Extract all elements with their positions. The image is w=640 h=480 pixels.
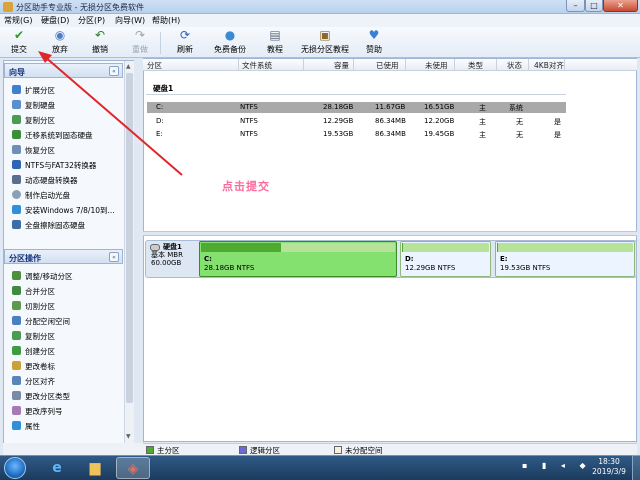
start-button[interactable] bbox=[4, 457, 26, 479]
legend-unallocated-label: 未分配空间 bbox=[345, 446, 383, 455]
disk-kind: 基本 MBR bbox=[151, 251, 183, 259]
usage-bar-fill bbox=[497, 243, 499, 252]
partition-block-label: E: bbox=[500, 255, 508, 263]
disk-info[interactable]: 硬盘1 基本 MBR 60.00GB bbox=[151, 243, 197, 267]
usage-bar bbox=[497, 243, 633, 252]
clock[interactable]: 18:30 2019/3/9 bbox=[588, 457, 630, 477]
legend-primary-label: 主分区 bbox=[157, 446, 180, 455]
annotation-text: 点击提交 bbox=[222, 180, 270, 193]
partition-block-info: 19.53GB NTFS bbox=[500, 264, 551, 272]
partition-block-d[interactable]: D: 12.29GB NTFS bbox=[400, 241, 491, 277]
partition-assistant-taskbar-icon[interactable]: ◈ bbox=[116, 457, 150, 479]
arrow-shaft bbox=[43, 55, 183, 176]
show-desktop-button[interactable] bbox=[632, 455, 640, 480]
usage-bar bbox=[402, 243, 489, 252]
partition-block-label: D: bbox=[405, 255, 414, 263]
partition-block-label: C: bbox=[204, 255, 212, 263]
sidebar-footer bbox=[3, 443, 143, 455]
partition-block-e[interactable]: E: 19.53GB NTFS bbox=[495, 241, 635, 277]
clock-time: 18:30 bbox=[598, 457, 620, 466]
internet-explorer-icon[interactable]: e bbox=[40, 457, 74, 479]
legend-swatch bbox=[334, 446, 342, 454]
disk-size: 60.00GB bbox=[151, 259, 182, 267]
usage-bar-fill bbox=[201, 243, 281, 252]
partition-block-info: 12.29GB NTFS bbox=[405, 264, 456, 272]
disk-name: 硬盘1 bbox=[163, 243, 182, 251]
legend-logical-label: 逻辑分区 bbox=[250, 446, 280, 455]
legend-swatch bbox=[146, 446, 154, 454]
pane-splitter[interactable] bbox=[143, 231, 637, 236]
file-explorer-icon[interactable]: ▆ bbox=[78, 457, 112, 479]
partition-block-c[interactable]: C: 28.18GB NTFS bbox=[199, 241, 397, 277]
legend-swatch bbox=[239, 446, 247, 454]
system-tray[interactable]: ▪ ▮ ◂ ◆ bbox=[522, 461, 592, 470]
clock-date: 2019/3/9 bbox=[592, 467, 626, 476]
usage-bar-fill bbox=[402, 243, 403, 252]
partition-block-info: 28.18GB NTFS bbox=[204, 264, 255, 272]
legend: 主分区 逻辑分区 未分配空间 bbox=[143, 443, 637, 455]
